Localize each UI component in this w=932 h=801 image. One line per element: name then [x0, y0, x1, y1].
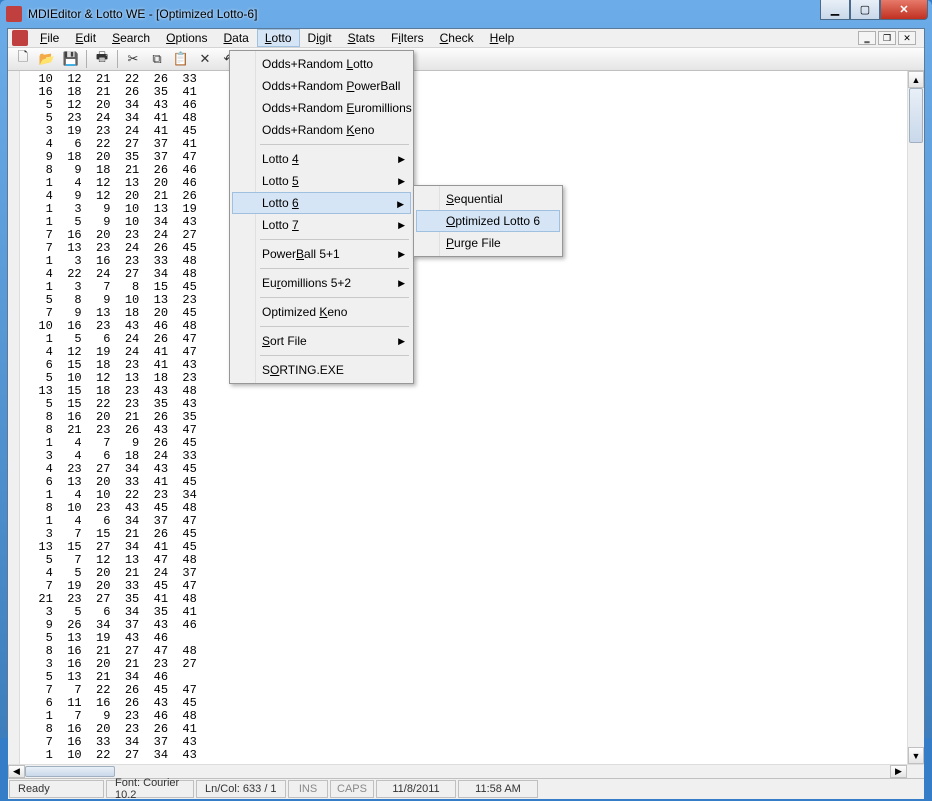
status-ready: Ready — [9, 780, 104, 798]
menu-filters[interactable]: Filters — [383, 29, 432, 47]
toolbar: 🗋 📂 💾 🖶 ✂ ⧉ 📋 ✕ ↶ 🔍 ⚙ ⚙ — [8, 48, 924, 71]
lotto6-submenu: SequentialOptimized Lotto 6Purge File — [413, 185, 563, 257]
title-bar[interactable]: MDIEditor & Lotto WE - [Optimized Lotto-… — [0, 0, 932, 28]
submenu-arrow-icon: ▶ — [398, 336, 405, 347]
submenuitem-purge-file[interactable]: Purge File — [416, 232, 560, 254]
menu-search[interactable]: Search — [104, 29, 158, 47]
mdi-restore[interactable]: ❐ — [878, 31, 896, 45]
menu-lotto[interactable]: Lotto — [257, 29, 300, 47]
hscroll-thumb[interactable] — [25, 766, 115, 777]
window-controls — [820, 0, 928, 20]
menu-digit[interactable]: Digit — [300, 29, 340, 47]
app-icon — [6, 6, 22, 22]
delete-button[interactable]: ✕ — [194, 48, 216, 70]
status-time: 11:58 AM — [458, 780, 538, 798]
status-bar: Ready Font: Courier 10.2 Ln/Col: 633 / 1… — [8, 778, 924, 799]
status-ins: INS — [288, 780, 328, 798]
menu-help[interactable]: Help — [482, 29, 523, 47]
mdi-controls: ‗ ❐ ✕ — [858, 31, 920, 45]
mdi-minimize[interactable]: ‗ — [858, 31, 876, 45]
minimize-button[interactable] — [820, 0, 850, 20]
copy-button[interactable]: ⧉ — [146, 48, 168, 70]
menuitem-lotto-5[interactable]: Lotto 5▶ — [232, 170, 411, 192]
print-button[interactable]: 🖶 — [91, 48, 113, 70]
text-content[interactable]: 10 12 21 22 26 33 16 18 21 26 35 41 5 12… — [20, 71, 907, 764]
menuitem-powerball-5-1[interactable]: PowerBall 5+1▶ — [232, 243, 411, 265]
vscroll-thumb[interactable] — [909, 88, 923, 143]
submenuitem-sequential[interactable]: Sequential — [416, 188, 560, 210]
submenu-arrow-icon: ▶ — [397, 199, 404, 210]
menu-stats[interactable]: Stats — [340, 29, 383, 47]
status-date: 11/8/2011 — [376, 780, 456, 798]
menuitem-lotto-6[interactable]: Lotto 6▶ — [232, 192, 411, 214]
editor-area: 10 12 21 22 26 33 16 18 21 26 35 41 5 12… — [8, 71, 924, 764]
menuitem-sorting-exe[interactable]: SORTING.EXE — [232, 359, 411, 381]
scroll-left-icon[interactable]: ◀ — [8, 765, 25, 778]
submenu-arrow-icon: ▶ — [398, 154, 405, 165]
status-caps: CAPS — [330, 780, 374, 798]
submenu-arrow-icon: ▶ — [398, 278, 405, 289]
menuitem-euromillions-5-2[interactable]: Euromillions 5+2▶ — [232, 272, 411, 294]
menuitem-odds-random-keno[interactable]: Odds+Random Keno — [232, 119, 411, 141]
menu-data[interactable]: Data — [215, 29, 256, 47]
menuitem-odds-random-lotto[interactable]: Odds+Random Lotto — [232, 53, 411, 75]
vertical-scrollbar[interactable]: ▲ ▼ — [907, 71, 924, 764]
submenu-arrow-icon: ▶ — [398, 249, 405, 260]
close-button[interactable] — [880, 0, 928, 20]
menu-options[interactable]: Options — [158, 29, 215, 47]
menu-file[interactable]: File — [32, 29, 67, 47]
status-lncol: Ln/Col: 633 / 1 — [196, 780, 286, 798]
lotto-menu-dropdown: Odds+Random LottoOdds+Random PowerBallOd… — [229, 50, 414, 384]
cut-button[interactable]: ✂ — [122, 48, 144, 70]
scroll-down-icon[interactable]: ▼ — [908, 747, 924, 764]
mdi-close[interactable]: ✕ — [898, 31, 916, 45]
menu-bar: FileEditSearchOptionsDataLottoDigitStats… — [8, 29, 924, 48]
menuitem-odds-random-euromillions[interactable]: Odds+Random Euromillions — [232, 97, 411, 119]
submenu-arrow-icon: ▶ — [398, 220, 405, 231]
menuitem-optimized-keno[interactable]: Optimized Keno — [232, 301, 411, 323]
menuitem-lotto-4[interactable]: Lotto 4▶ — [232, 148, 411, 170]
submenu-arrow-icon: ▶ — [398, 176, 405, 187]
menu-check[interactable]: Check — [432, 29, 482, 47]
menuitem-lotto-7[interactable]: Lotto 7▶ — [232, 214, 411, 236]
line-gutter — [8, 71, 20, 764]
new-button[interactable]: 🗋 — [12, 48, 34, 70]
doc-icon — [12, 30, 28, 46]
paste-button[interactable]: 📋 — [170, 48, 192, 70]
scroll-up-icon[interactable]: ▲ — [908, 71, 924, 88]
window-title: MDIEditor & Lotto WE - [Optimized Lotto-… — [28, 7, 926, 21]
scroll-right-icon[interactable]: ▶ — [890, 765, 907, 778]
menu-edit[interactable]: Edit — [67, 29, 104, 47]
save-button[interactable]: 💾 — [60, 48, 82, 70]
horizontal-scrollbar[interactable]: ◀ ▶ — [8, 764, 924, 778]
submenuitem-optimized-lotto-6[interactable]: Optimized Lotto 6 — [416, 210, 560, 232]
maximize-button[interactable] — [850, 0, 880, 20]
menuitem-sort-file[interactable]: Sort File▶ — [232, 330, 411, 352]
open-button[interactable]: 📂 — [36, 48, 58, 70]
status-font: Font: Courier 10.2 — [106, 780, 194, 798]
menuitem-odds-random-powerball[interactable]: Odds+Random PowerBall — [232, 75, 411, 97]
